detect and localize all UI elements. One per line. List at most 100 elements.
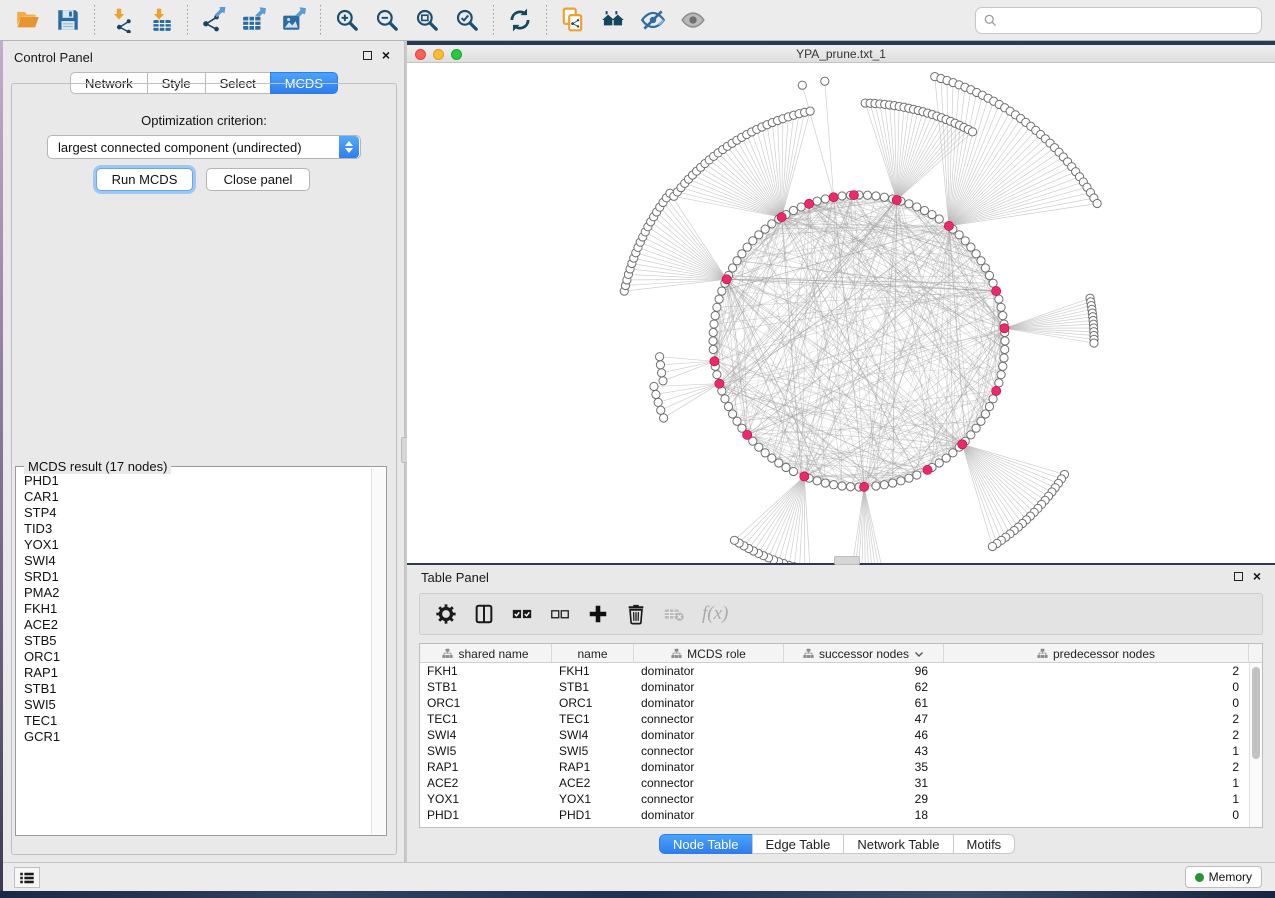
table-header-row: shared namenameMCDS rolesuccessor nodesp… xyxy=(420,644,1262,663)
trash-icon xyxy=(625,603,647,625)
import-table-icon xyxy=(148,7,174,33)
table-row[interactable]: SWI4SWI4dominator462 xyxy=(420,727,1262,743)
desktop-wallpaper-bottom xyxy=(0,891,1275,898)
cell-successor-nodes: 46 xyxy=(784,727,944,743)
mcds-result-item[interactable]: ORC1 xyxy=(17,649,371,665)
columns-button[interactable] xyxy=(468,598,500,630)
import-network-button[interactable] xyxy=(101,3,141,37)
mcds-result-item[interactable]: ACE2 xyxy=(17,617,371,633)
cell-MCDS-role: connector xyxy=(634,791,784,807)
first-neighbors-button[interactable] xyxy=(593,3,633,37)
table-body: FKH1FKH1dominator962STB1STB1dominator620… xyxy=(420,663,1262,823)
mcds-result-item[interactable]: RAP1 xyxy=(17,665,371,681)
import-table-button[interactable] xyxy=(141,3,181,37)
copy-network-button[interactable] xyxy=(553,3,593,37)
save-session-button[interactable] xyxy=(48,3,88,37)
zoom-selected-button[interactable] xyxy=(447,3,487,37)
mcds-result-item[interactable]: SRD1 xyxy=(17,569,371,585)
table-row[interactable]: ACE2ACE2connector311 xyxy=(420,775,1262,791)
search-input[interactable] xyxy=(975,7,1262,34)
mcds-result-item[interactable]: YOX1 xyxy=(17,537,371,553)
table-row[interactable]: SWI5SWI5connector431 xyxy=(420,743,1262,759)
criterion-select[interactable]: largest connected component (undirected) xyxy=(47,135,361,159)
mcds-result-item[interactable]: PHD1 xyxy=(17,473,371,489)
export-table-button[interactable] xyxy=(234,3,274,37)
cell-successor-nodes: 47 xyxy=(784,711,944,727)
zoom-fit-icon xyxy=(414,7,440,33)
cell-shared-name: STB1 xyxy=(420,679,552,695)
table-scrollbar-thumb[interactable] xyxy=(1252,667,1260,759)
tab-edge-table[interactable]: Edge Table xyxy=(752,834,845,854)
run-mcds-button[interactable]: Run MCDS xyxy=(96,168,193,191)
table-row[interactable]: YOX1YOX1connector291 xyxy=(420,791,1262,807)
task-history-button[interactable] xyxy=(14,867,40,888)
cell-predecessor-nodes: 0 xyxy=(944,807,1249,823)
hide-selected-icon xyxy=(640,7,666,33)
table-row[interactable]: FKH1FKH1dominator962 xyxy=(420,663,1262,679)
show-all-button[interactable] xyxy=(673,3,713,37)
table-row[interactable]: ORC1ORC1dominator610 xyxy=(420,695,1262,711)
show-all-icon xyxy=(680,7,706,33)
mcds-result-item[interactable]: TID3 xyxy=(17,521,371,537)
column-header-shared-name[interactable]: shared name xyxy=(420,644,552,663)
checkbox-unchecked-pair-button[interactable] xyxy=(544,598,576,630)
float-table-panel-icon[interactable] xyxy=(1234,572,1243,581)
checkbox-checked-pair-button[interactable] xyxy=(506,598,538,630)
table-row[interactable]: RAP1RAP1dominator352 xyxy=(420,759,1262,775)
cell-name: ORC1 xyxy=(552,695,634,711)
trash-button[interactable] xyxy=(620,598,652,630)
column-header-predecessor-nodes[interactable]: predecessor nodes xyxy=(944,644,1249,663)
refresh-layout-button[interactable] xyxy=(500,3,540,37)
cell-MCDS-role: dominator xyxy=(634,679,784,695)
cell-successor-nodes: 35 xyxy=(784,759,944,775)
table-scrollbar[interactable] xyxy=(1249,663,1262,827)
cell-MCDS-role: connector xyxy=(634,743,784,759)
close-panel-icon[interactable]: × xyxy=(382,50,390,60)
mcds-result-item[interactable]: SWI5 xyxy=(17,697,371,713)
mcds-result-item[interactable]: PMA2 xyxy=(17,585,371,601)
mcds-result-item[interactable]: FKH1 xyxy=(17,601,371,617)
cell-MCDS-role: dominator xyxy=(634,727,784,743)
mcds-result-title: MCDS result (17 nodes) xyxy=(24,459,171,474)
tab-motifs[interactable]: Motifs xyxy=(953,834,1016,854)
tab-node-table[interactable]: Node Table xyxy=(659,834,753,854)
zoom-in-button[interactable] xyxy=(327,3,367,37)
mcds-result-item[interactable]: STB1 xyxy=(17,681,371,697)
float-panel-icon[interactable] xyxy=(363,51,372,60)
close-table-panel-icon[interactable]: × xyxy=(1253,571,1261,581)
mcds-list-scrollbar[interactable] xyxy=(371,468,385,834)
table-row[interactable]: PHD1PHD1dominator180 xyxy=(420,807,1262,823)
mcds-result-item[interactable]: SWI4 xyxy=(17,553,371,569)
cell-successor-nodes: 29 xyxy=(784,791,944,807)
memory-button[interactable]: Memory xyxy=(1185,866,1262,888)
close-panel-button[interactable]: Close panel xyxy=(206,168,310,191)
export-network-button[interactable] xyxy=(194,3,234,37)
open-file-button[interactable] xyxy=(8,3,48,37)
table-row[interactable]: STB1STB1dominator620 xyxy=(420,679,1262,695)
toolbar-separator xyxy=(546,5,547,35)
cell-shared-name: PHD1 xyxy=(420,807,552,823)
gear-button[interactable] xyxy=(430,598,462,630)
checkbox-unchecked-pair-icon xyxy=(549,603,571,625)
network-canvas[interactable] xyxy=(407,63,1275,563)
column-header-successor-nodes[interactable]: successor nodes xyxy=(784,644,944,663)
mcds-result-item[interactable]: STP4 xyxy=(17,505,371,521)
horizontal-splitter-handle[interactable] xyxy=(834,556,860,565)
cell-shared-name: RAP1 xyxy=(420,759,552,775)
network-window-titlebar: YPA_prune.txt_1 xyxy=(407,45,1275,63)
column-header-MCDS-role[interactable]: MCDS role xyxy=(634,644,784,663)
table-row[interactable]: TEC1TEC1connector472 xyxy=(420,711,1262,727)
export-image-button[interactable] xyxy=(274,3,314,37)
mcds-result-item[interactable]: GCR1 xyxy=(17,729,371,745)
zoom-out-button[interactable] xyxy=(367,3,407,37)
column-header-name[interactable]: name xyxy=(552,644,634,663)
first-neighbors-icon xyxy=(600,7,626,33)
mcds-result-item[interactable]: CAR1 xyxy=(17,489,371,505)
control-panel: Control Panel × NetworkStyleSelectMCDS O… xyxy=(3,41,405,862)
zoom-fit-button[interactable] xyxy=(407,3,447,37)
plus-button[interactable] xyxy=(582,598,614,630)
mcds-result-item[interactable]: TEC1 xyxy=(17,713,371,729)
tab-network-table[interactable]: Network Table xyxy=(843,834,953,854)
hide-selected-button[interactable] xyxy=(633,3,673,37)
mcds-result-item[interactable]: STB5 xyxy=(17,633,371,649)
